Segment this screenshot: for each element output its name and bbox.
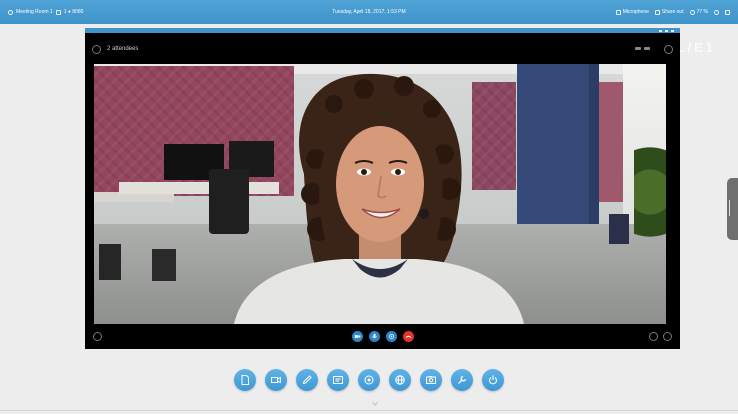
share-icon — [388, 334, 394, 339]
target-icon — [364, 375, 374, 385]
top-bar: Meeting Room 1 1 ● 8080 Tuesday, April 1… — [0, 0, 738, 24]
video-call-window: 2 attendees — [85, 28, 680, 349]
end-call-icon — [405, 335, 411, 338]
share-out-toggle[interactable]: Share out — [654, 9, 684, 15]
document-button[interactable] — [234, 369, 256, 391]
mic-button[interactable] — [368, 331, 380, 342]
video-button[interactable] — [265, 369, 287, 391]
mic-label: Microphone — [622, 9, 649, 15]
pen-icon — [302, 375, 312, 385]
call-controls — [85, 324, 680, 349]
text-icon — [333, 376, 343, 384]
power-button[interactable] — [482, 369, 504, 391]
layout-icons[interactable] — [635, 47, 650, 50]
power-icon — [488, 375, 498, 385]
video-feed — [94, 64, 666, 324]
share-button[interactable] — [385, 331, 397, 342]
attendees-label: 2 attendees — [107, 46, 139, 52]
drag-handle-icon — [729, 200, 736, 216]
app-dock — [0, 369, 738, 393]
participant-video — [234, 73, 524, 324]
window-minimize-icon[interactable] — [659, 29, 662, 32]
window-maximize-icon[interactable] — [665, 29, 668, 32]
end-call-button[interactable] — [402, 331, 414, 342]
chevron-down-icon[interactable] — [372, 402, 378, 406]
video-icon — [271, 376, 281, 384]
volume-control[interactable]: 77 % — [689, 9, 708, 15]
globe-icon — [395, 375, 405, 385]
expand-icon[interactable] — [664, 45, 673, 54]
video-header: 2 attendees — [85, 33, 680, 64]
window-close-icon[interactable] — [671, 29, 674, 32]
volume-icon — [689, 9, 695, 15]
volume-label: 77 % — [696, 9, 708, 15]
wrench-button[interactable] — [451, 369, 473, 391]
target-button[interactable] — [358, 369, 380, 391]
side-panel-tab[interactable] — [727, 178, 738, 240]
menu-icon[interactable] — [92, 45, 101, 54]
minimize-icon[interactable] — [725, 9, 730, 15]
options-icon[interactable] — [663, 332, 672, 341]
globe-button[interactable] — [389, 369, 411, 391]
mic-icon — [371, 333, 377, 339]
document-icon — [241, 375, 249, 385]
pen-button[interactable] — [296, 369, 318, 391]
share-label: Share out — [661, 9, 684, 15]
divider — [0, 410, 738, 411]
photo-button[interactable] — [420, 369, 442, 391]
microphone-toggle[interactable]: Microphone — [615, 9, 649, 15]
microphone-icon — [615, 9, 621, 15]
zoom-icon[interactable] — [649, 332, 658, 341]
status-area: Microphone Share out 77 % — [615, 9, 730, 15]
text-button[interactable] — [327, 369, 349, 391]
settings-icon[interactable] — [714, 9, 719, 15]
photo-icon — [426, 376, 436, 384]
wrench-icon — [458, 375, 467, 384]
camera-button[interactable] — [351, 331, 363, 342]
camera-icon — [354, 335, 360, 338]
share-out-icon — [654, 9, 660, 15]
